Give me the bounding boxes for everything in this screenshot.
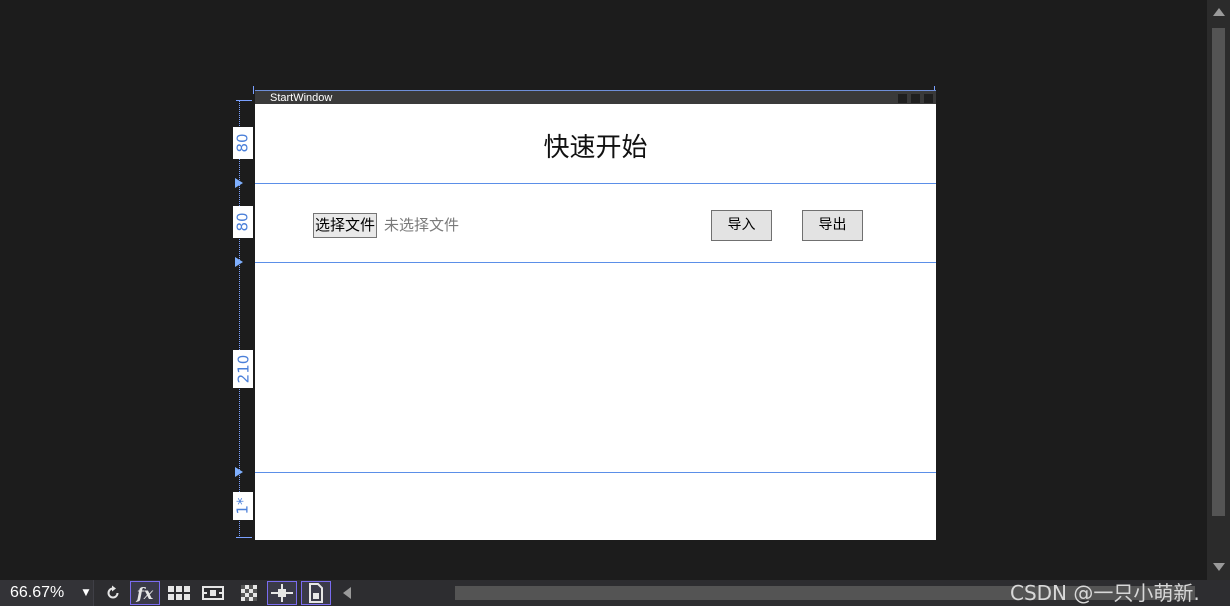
scroll-up-icon[interactable] bbox=[1213, 8, 1225, 16]
device-icon bbox=[202, 586, 224, 600]
row-size-text: 80 bbox=[234, 212, 252, 232]
device-preview-button[interactable] bbox=[198, 581, 228, 605]
row-marker-icon[interactable] bbox=[235, 178, 243, 188]
minimize-icon[interactable] bbox=[898, 94, 907, 103]
export-button[interactable]: 导出 bbox=[802, 210, 863, 241]
maximize-icon[interactable] bbox=[911, 94, 920, 103]
scroll-left-icon[interactable] bbox=[343, 587, 351, 599]
chevron-down-icon[interactable]: ▼ bbox=[78, 580, 94, 606]
row-size-text: 80 bbox=[234, 133, 252, 153]
effects-toggle-button[interactable]: fx bbox=[130, 581, 160, 605]
refresh-button[interactable] bbox=[98, 581, 128, 605]
vertical-scroll-thumb[interactable] bbox=[1212, 28, 1225, 516]
checkerboard-icon bbox=[241, 585, 257, 601]
row-size-label-3[interactable]: 210 bbox=[233, 350, 253, 388]
grid-toggle-button[interactable] bbox=[164, 581, 194, 605]
grid-row-divider-2 bbox=[255, 262, 936, 263]
row-marker-icon[interactable] bbox=[235, 467, 243, 477]
row-size-text: 210 bbox=[234, 354, 253, 384]
transparency-toggle-button[interactable] bbox=[234, 581, 264, 605]
row-size-label-4[interactable]: 1* bbox=[233, 492, 253, 520]
designer-canvas: StartWindow 快速开始 选择文件 未选择文件 导入 导出 80 80 … bbox=[0, 0, 1230, 606]
choose-file-button[interactable]: 选择文件 bbox=[313, 213, 378, 238]
document-icon bbox=[309, 583, 323, 603]
row-size-label-2[interactable]: 80 bbox=[233, 206, 253, 238]
window-titlebar[interactable]: StartWindow bbox=[255, 90, 936, 104]
row-size-label-1[interactable]: 80 bbox=[233, 127, 253, 159]
vertical-scrollbar[interactable] bbox=[1207, 0, 1230, 580]
page-title: 快速开始 bbox=[543, 133, 648, 163]
row-marker-icon[interactable] bbox=[235, 257, 243, 267]
close-icon[interactable] bbox=[924, 94, 933, 103]
ruler-top-cap bbox=[236, 100, 252, 101]
designer-toolbar: 66.67% ▼ fx CSDN @一只小萌新. bbox=[0, 580, 1230, 606]
document-toggle-button[interactable] bbox=[301, 581, 331, 605]
start-window[interactable]: StartWindow 快速开始 选择文件 未选择文件 导入 导出 bbox=[255, 90, 936, 540]
outline-corner-left bbox=[253, 86, 254, 94]
grid-row-divider-1 bbox=[255, 183, 936, 184]
zoom-value: 66.67% bbox=[10, 584, 65, 601]
scroll-down-icon[interactable] bbox=[1213, 563, 1225, 571]
grid-icon bbox=[168, 586, 190, 600]
snap-to-gridlines-button[interactable] bbox=[267, 581, 297, 605]
window-title: StartWindow bbox=[270, 92, 333, 104]
row-size-text: 1* bbox=[233, 497, 252, 515]
refresh-icon bbox=[107, 585, 119, 599]
file-status-text: 未选择文件 bbox=[384, 216, 460, 234]
snap-icon bbox=[271, 584, 293, 602]
zoom-selector[interactable]: 66.67% ▼ bbox=[0, 580, 94, 606]
ruler-bottom-cap bbox=[236, 537, 252, 538]
watermark: CSDN @一只小萌新. bbox=[1010, 581, 1200, 605]
import-button[interactable]: 导入 bbox=[711, 210, 772, 241]
fx-icon: fx bbox=[136, 583, 154, 603]
grid-row-divider-3 bbox=[255, 472, 936, 473]
